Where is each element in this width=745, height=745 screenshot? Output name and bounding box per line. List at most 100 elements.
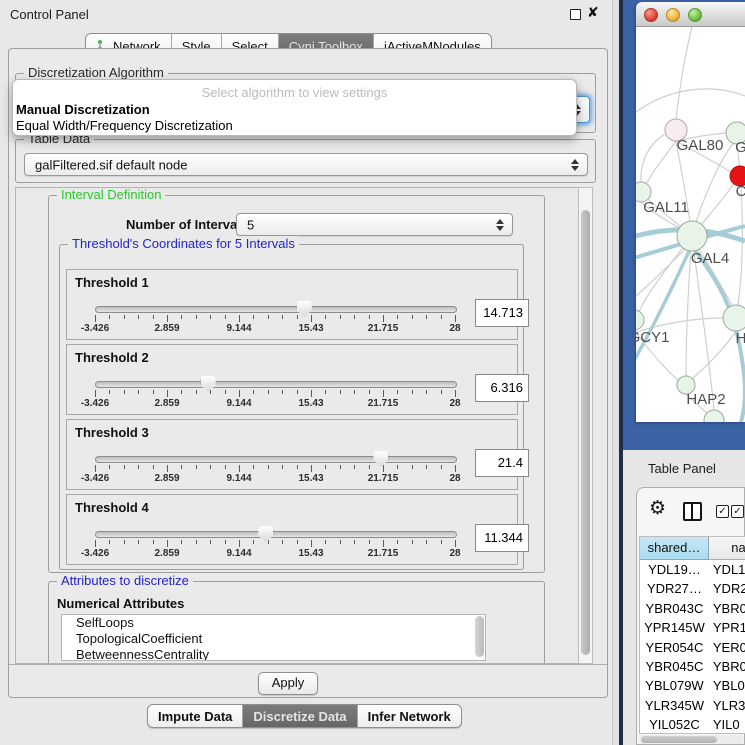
columns-icon[interactable] — [683, 502, 702, 521]
attribute-list-item[interactable]: SelfLoops — [62, 615, 485, 631]
control-panel-titlebar: Control Panel ✘ — [0, 0, 612, 28]
network-edge[interactable] — [676, 27, 692, 119]
threshold-3-value-field[interactable]: 21.4 — [475, 449, 529, 477]
panel-title: Control Panel — [10, 7, 89, 22]
slider-tick-labels: -3.4262.8599.14415.4321.71528 — [95, 323, 455, 335]
algorithm-option-manual[interactable]: Manual Discretization — [16, 102, 150, 117]
algorithm-option-equal-width[interactable]: Equal Width/Frequency Discretization — [16, 118, 233, 133]
node-attribute-table: shared… na YDL19… YDL1 YDR27… YDR2 — [639, 536, 745, 734]
attributes-group: Attributes to discretize Numerical Attri… — [48, 581, 545, 664]
slider-ticks — [95, 465, 455, 473]
network-node[interactable] — [636, 310, 644, 330]
table-row[interactable]: YPR145W YPR1 — [640, 618, 745, 637]
network-edge[interactable] — [693, 331, 736, 378]
network-edge[interactable] — [636, 89, 745, 112]
tab-infer-network[interactable]: Infer Network — [358, 705, 461, 727]
select-none-checkbox-icon[interactable]: ✓ — [731, 505, 744, 518]
table-data-value: galFiltered.sif default node — [35, 157, 187, 172]
tab-discretize-data[interactable]: Discretize Data — [243, 705, 357, 727]
threshold-1-label: Threshold 1 — [75, 275, 149, 290]
scrollbar-thumb[interactable] — [581, 210, 590, 655]
threshold-3-label: Threshold 3 — [75, 425, 149, 440]
attribute-list-item[interactable]: TopologicalCoefficient — [62, 631, 485, 647]
threshold-2-slider[interactable] — [95, 381, 457, 388]
network-edge-thick[interactable] — [636, 251, 689, 376]
zoom-window-icon[interactable] — [688, 8, 702, 22]
table-row[interactable]: YLR345W YLR3 — [640, 696, 745, 715]
attribute-list-item[interactable]: BetweennessCentrality — [62, 647, 485, 661]
threshold-2-label: Threshold 2 — [75, 350, 149, 365]
attributes-list-scrollbar[interactable] — [475, 616, 484, 657]
network-node-label: G. — [735, 139, 745, 156]
float-window-icon[interactable] — [570, 9, 581, 20]
network-edge-thick[interactable] — [741, 360, 745, 422]
slider-tick-labels: -3.4262.8599.14415.4321.71528 — [95, 548, 455, 560]
network-edge[interactable] — [692, 142, 735, 236]
slider-tick-labels: -3.4262.8599.14415.4321.71528 — [95, 398, 455, 410]
network-canvas-svg: GAL80G.CGAL11GAL4GCY1HHAP2 — [636, 27, 745, 422]
cyni-toolbox-content: Discretization Algorithm Table Data galF… — [8, 48, 608, 698]
scrollbar-thumb[interactable] — [641, 736, 717, 743]
network-node[interactable] — [723, 305, 745, 331]
settings-vertical-scrollbar[interactable] — [578, 187, 593, 664]
column-header-name[interactable]: na — [709, 537, 745, 560]
attributes-group-label: Attributes to discretize — [57, 573, 193, 588]
network-edge[interactable] — [647, 141, 676, 183]
threshold-3-slider[interactable] — [95, 456, 457, 463]
threshold-1-slider[interactable] — [95, 306, 457, 313]
table-data-combobox[interactable]: galFiltered.sif default node — [24, 153, 588, 176]
network-node-label: GAL11 — [643, 199, 689, 216]
network-edge[interactable] — [636, 248, 686, 310]
close-panel-icon[interactable]: ✘ — [587, 4, 599, 21]
tab-impute-data[interactable]: Impute Data — [148, 705, 243, 727]
number-of-intervals-label: Number of Intervals — [126, 217, 248, 232]
select-all-checkbox-icon[interactable]: ✓ — [716, 505, 729, 518]
algorithm-placeholder-option[interactable]: Select algorithm to view settings — [13, 85, 576, 100]
table-horizontal-scrollbar[interactable] — [639, 735, 744, 744]
combo-arrows-icon — [571, 159, 579, 171]
table-body: YDL19… YDL1 YDR27… YDR2 YBR043C YBR0 — [640, 560, 745, 734]
network-node-label: HAP2 — [686, 391, 725, 408]
threshold-4-slider[interactable] — [95, 531, 457, 538]
apply-row: Apply — [9, 664, 607, 699]
discretization-algorithm-label: Discretization Algorithm — [24, 65, 168, 80]
screenshot-root: Control Panel ✘ Network Style Select Cyn… — [0, 0, 745, 745]
table-row[interactable]: YBR045C YBR0 — [640, 657, 745, 676]
table-row[interactable]: YIL052C YIL0 — [640, 715, 745, 734]
table-row[interactable]: YDL19… YDL1 — [640, 560, 745, 579]
network-canvas[interactable]: GAL80G.CGAL11GAL4GCY1HHAP2 — [636, 27, 745, 422]
threshold-4-value-field[interactable]: 11.344 — [475, 524, 529, 552]
table-header-row: shared… na — [640, 537, 745, 560]
thresholds-group: Threshold's Coordinates for 5 Intervals … — [59, 244, 524, 570]
threshold-2-panel: Threshold 2 -3.4262.8599.14415.4321.7152… — [66, 344, 518, 415]
close-window-icon[interactable] — [644, 8, 658, 22]
number-of-intervals-value: 5 — [247, 217, 254, 232]
combo-arrows-icon — [496, 219, 504, 231]
number-of-intervals-combobox[interactable]: 5 — [236, 213, 513, 236]
minimize-window-icon[interactable] — [666, 8, 680, 22]
threshold-4-panel: Threshold 4 -3.4262.8599.14415.4321.7152… — [66, 494, 518, 565]
network-edge[interactable] — [641, 134, 665, 182]
table-panel-title: Table Panel — [648, 461, 716, 476]
network-node[interactable] — [677, 221, 707, 251]
table-row[interactable]: YDR27… YDR2 — [640, 579, 745, 598]
table-row[interactable]: YER054C YER0 — [640, 638, 745, 657]
table-panel-toolbar: ⚙ ✓ ✓ — [637, 488, 744, 534]
network-node[interactable] — [704, 410, 724, 422]
apply-button[interactable]: Apply — [258, 672, 318, 695]
column-header-shared-name[interactable]: shared… — [640, 537, 709, 560]
network-window-titlebar[interactable] — [636, 2, 745, 27]
threshold-3-panel: Threshold 3 -3.4262.8599.14415.4321.7152… — [66, 419, 518, 490]
thresholds-group-label: Threshold's Coordinates for 5 Intervals — [68, 236, 299, 251]
table-row[interactable]: YBL079W YBL0 — [640, 676, 745, 695]
slider-ticks — [95, 540, 455, 548]
interval-definition-group: Interval Definition Number of Intervals … — [48, 195, 545, 573]
table-panel: ⚙ ✓ ✓ shared… na YDL19… YDL1 YDR27… — [636, 487, 745, 745]
threshold-2-value-field[interactable]: 6.316 — [475, 374, 529, 402]
settings-gear-icon[interactable]: ⚙ — [649, 499, 666, 518]
threshold-1-value-field[interactable]: 14.713 — [475, 299, 529, 327]
slider-ticks — [95, 315, 455, 323]
numerical-attributes-list[interactable]: SelfLoopsTopologicalCoefficientBetweenne… — [61, 614, 486, 661]
network-node-label: H — [736, 330, 745, 347]
table-row[interactable]: YBR043C YBR0 — [640, 599, 745, 618]
